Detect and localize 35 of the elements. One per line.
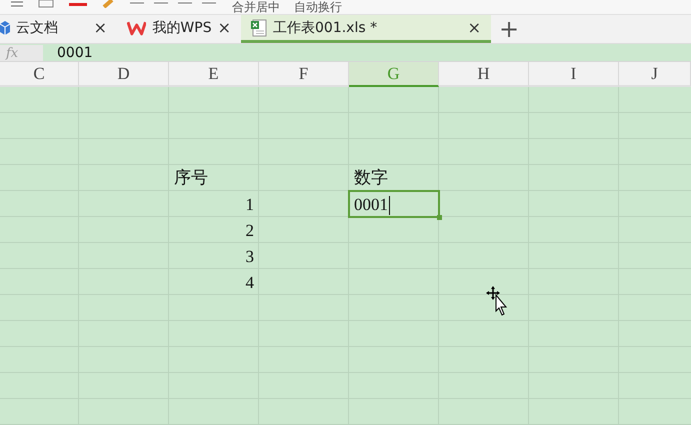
document-tab[interactable]: 我的WPS × — [117, 15, 241, 43]
move-cursor-icon — [486, 286, 508, 316]
close-icon[interactable]: × — [218, 18, 231, 37]
tab-label: 云文档 — [16, 18, 59, 36]
table-cell-text: 4 — [244, 272, 255, 294]
table-cell: 0001 — [349, 191, 439, 217]
column-header[interactable]: I — [529, 62, 619, 87]
new-tab-button[interactable]: + — [491, 15, 528, 43]
w-logo-icon — [127, 20, 146, 36]
table-icon[interactable] — [38, 0, 54, 8]
document-tab[interactable]: 工作表001.xls * × — [241, 15, 491, 43]
spreadsheet-icon — [251, 18, 267, 36]
toolbar-label[interactable]: 自动换行 — [294, 0, 342, 14]
table-cell-text: 1 — [244, 194, 255, 216]
cube-icon — [0, 20, 10, 36]
font-color-icon[interactable] — [68, 0, 88, 8]
formula-input[interactable]: 0001 — [43, 45, 691, 61]
list-icon[interactable] — [10, 0, 24, 8]
column-header[interactable]: H — [439, 62, 529, 87]
table-cell-text: 3 — [244, 246, 255, 268]
close-icon[interactable]: × — [468, 18, 481, 37]
toolbar-label[interactable]: 合并居中 — [232, 0, 280, 14]
tab-label: 工作表001.xls * — [273, 18, 378, 36]
column-header[interactable]: E — [169, 62, 259, 87]
column-header[interactable]: J — [619, 62, 691, 87]
column-header[interactable]: C — [0, 62, 79, 87]
tab-label: 我的WPS — [152, 18, 212, 36]
column-header[interactable]: F — [259, 62, 349, 87]
table-cell-text: 序号 — [173, 167, 209, 189]
document-tab[interactable]: 云文档 × — [0, 15, 117, 43]
table-cell-text: 2 — [244, 220, 255, 242]
column-header[interactable]: D — [79, 62, 169, 87]
table-cell-text: 数字 — [353, 167, 389, 189]
close-icon[interactable]: × — [94, 18, 107, 37]
brush-icon[interactable] — [102, 0, 114, 8]
